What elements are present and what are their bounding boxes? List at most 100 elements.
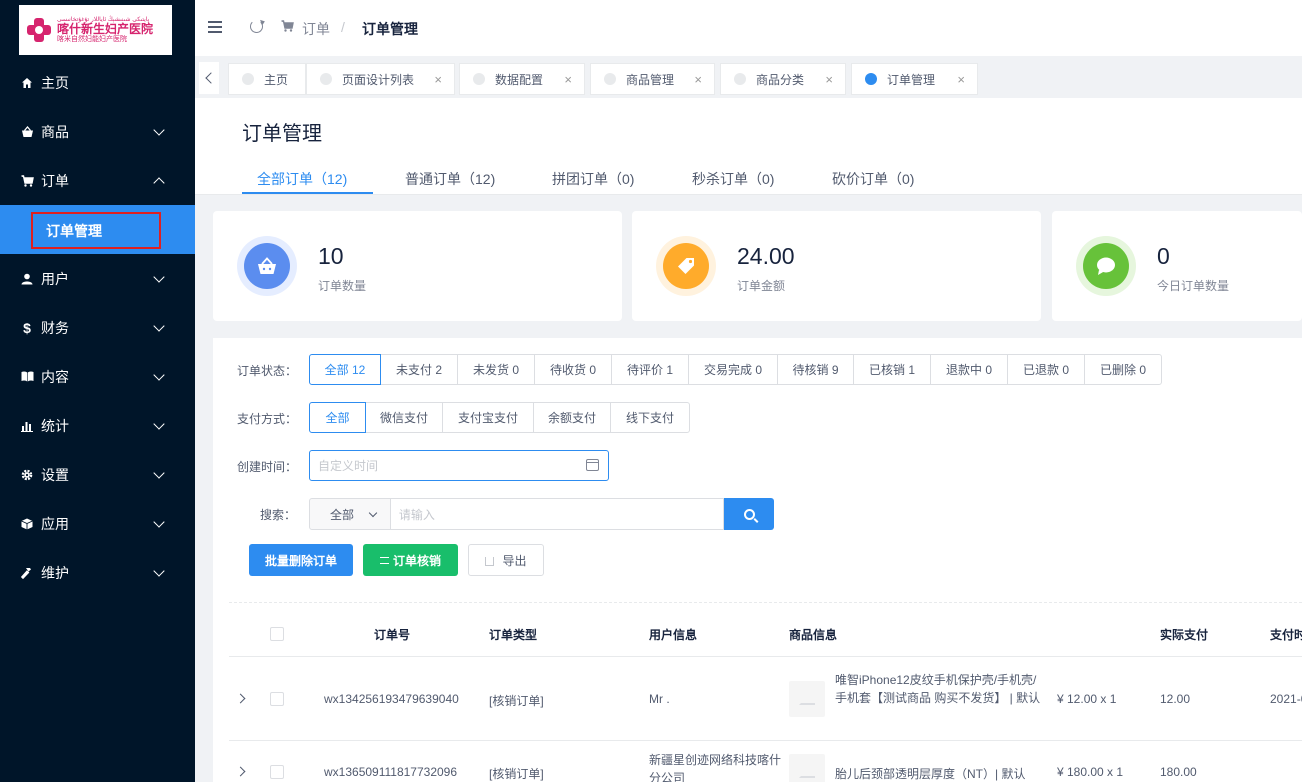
- pay-option-balance[interactable]: 余额支付: [533, 402, 611, 433]
- export-label: 导出: [502, 553, 527, 568]
- order-tab-bargain[interactable]: 砍价订单（0): [832, 169, 914, 189]
- sidebar-item-label: 订单: [41, 172, 69, 189]
- pay-option-all[interactable]: 全部: [309, 402, 366, 433]
- date-range-input[interactable]: 自定义时间: [309, 450, 609, 481]
- sidebar-menu: 主页 商品 订单 订单管理 用户 $ 财务 内容 统计 设置 应用 维护: [0, 58, 195, 597]
- export-button[interactable]: 导出: [468, 544, 544, 576]
- tab-label: 商品分类: [756, 72, 805, 87]
- row-checkbox[interactable]: [270, 765, 284, 779]
- sidebar-item-statistics[interactable]: 统计: [0, 401, 195, 450]
- pay-option-offline[interactable]: 线下支付: [610, 402, 690, 433]
- product-name: 唯智iPhone12皮纹手机保护壳/手机壳/手机套【测试商品 购买不发货】 | …: [835, 673, 1041, 705]
- search-button[interactable]: [724, 498, 774, 530]
- row-checkbox[interactable]: [270, 692, 284, 706]
- close-icon[interactable]: ×: [694, 72, 702, 87]
- status-option-unshipped[interactable]: 未发货 0: [457, 354, 535, 385]
- sidebar-item-orders[interactable]: 订单: [0, 156, 195, 205]
- tabs-scroll-left-button[interactable]: [199, 62, 219, 94]
- stat-value: 10: [318, 243, 344, 269]
- breadcrumb-orders[interactable]: 订单: [302, 19, 330, 39]
- tab-dot-icon: [320, 73, 332, 85]
- stat-label: 订单数量: [318, 279, 367, 293]
- product-name: 胎儿后颈部透明层厚度（NT）| 默认: [835, 767, 1026, 781]
- table-row[interactable]: wx136509111817732096 [核销订单] 新疆星创迹网络科技喀什分…: [229, 741, 1302, 782]
- chevron-down-icon: [153, 124, 165, 136]
- tab-goods-management[interactable]: 商品管理 ×: [590, 63, 715, 95]
- table-row[interactable]: wx134256193479639040 [核销订单] Mr . 唯智iPhon…: [229, 657, 1302, 741]
- status-option-completed[interactable]: 交易完成 0: [688, 354, 778, 385]
- tab-dot-icon: [242, 73, 254, 85]
- sidebar-item-home[interactable]: 主页: [0, 58, 195, 107]
- tab-page-design-list[interactable]: 页面设计列表 ×: [306, 63, 455, 95]
- user-info: 新疆星创迹网络科技喀什分公司: [649, 753, 782, 782]
- expand-row-icon[interactable]: [235, 766, 246, 777]
- sidebar-subitem-order-management[interactable]: 订单管理: [0, 205, 195, 254]
- logo[interactable]: پايتىكى شىنىشېڭ ئاياللار تۇغۇتخانىسى 喀什新…: [19, 5, 172, 55]
- menu-toggle-icon[interactable]: [208, 21, 222, 33]
- search-input[interactable]: 请输入: [390, 498, 725, 530]
- order-no: wx136509111817732096: [324, 765, 458, 779]
- hammer-icon: [20, 566, 34, 580]
- refresh-icon[interactable]: [250, 20, 263, 33]
- dollar-icon: $: [23, 319, 31, 336]
- status-option-to-review[interactable]: 待评价 1: [611, 354, 689, 385]
- close-icon[interactable]: ×: [434, 72, 442, 87]
- sidebar-item-users[interactable]: 用户: [0, 254, 195, 303]
- batch-delete-button[interactable]: 批量删除订单: [249, 544, 353, 576]
- order-tab-all[interactable]: 全部订单（12): [257, 169, 347, 189]
- sidebar-item-content[interactable]: 内容: [0, 352, 195, 401]
- expand-row-icon[interactable]: [235, 693, 246, 704]
- home-icon: [20, 76, 34, 90]
- close-icon[interactable]: ×: [957, 72, 965, 87]
- search-scope-value: 全部: [330, 507, 355, 522]
- order-tab-group[interactable]: 拼团订单（0): [552, 169, 634, 189]
- pay-method-label: 支付方式：: [237, 412, 298, 426]
- active-tab-indicator: [242, 192, 373, 194]
- order-status-group: 全部 12 未支付 2 未发货 0 待收货 0 待评价 1 交易完成 0 待核销…: [309, 354, 1162, 385]
- status-option-to-verify[interactable]: 待核销 9: [777, 354, 854, 385]
- tab-label: 订单管理: [887, 72, 936, 87]
- upload-icon: [485, 556, 495, 566]
- status-option-verified[interactable]: 已核销 1: [853, 354, 931, 385]
- tab-order-management[interactable]: 订单管理 ×: [851, 63, 978, 95]
- chevron-down-icon: [153, 369, 165, 381]
- status-option-refunded[interactable]: 已退款 0: [1007, 354, 1085, 385]
- status-option-all[interactable]: 全部 12: [309, 354, 381, 385]
- order-type: [核销订单]: [489, 767, 544, 781]
- col-pay-time: 支付时: [1270, 628, 1302, 642]
- chevron-down-icon: [153, 565, 165, 577]
- verify-icon: [379, 556, 389, 564]
- sidebar-item-settings[interactable]: 设置: [0, 450, 195, 499]
- status-option-deleted[interactable]: 已删除 0: [1084, 354, 1162, 385]
- sidebar-item-label: 设置: [41, 466, 69, 483]
- date-placeholder: 自定义时间: [318, 459, 379, 473]
- close-icon[interactable]: ×: [825, 72, 833, 87]
- sidebar-item-label: 维护: [41, 564, 69, 581]
- order-tab-flash[interactable]: 秒杀订单（0): [692, 169, 774, 189]
- tab-goods-category[interactable]: 商品分类 ×: [720, 63, 846, 95]
- sidebar-item-finance[interactable]: $ 财务: [0, 303, 195, 352]
- bar-chart-icon: [20, 419, 34, 433]
- stat-icon-ring: [656, 236, 716, 296]
- calendar-icon[interactable]: [586, 459, 599, 471]
- sidebar-item-goods[interactable]: 商品: [0, 107, 195, 156]
- close-icon[interactable]: ×: [564, 72, 572, 87]
- status-option-refunding[interactable]: 退款中 0: [930, 354, 1008, 385]
- chevron-down-icon: [153, 516, 165, 528]
- status-option-unpaid[interactable]: 未支付 2: [380, 354, 458, 385]
- search-label: 搜索：: [260, 508, 297, 522]
- status-option-to-receive[interactable]: 待收货 0: [534, 354, 612, 385]
- verify-order-button[interactable]: 订单核销: [363, 544, 458, 576]
- pay-option-wechat[interactable]: 微信支付: [365, 402, 443, 433]
- pay-option-alipay[interactable]: 支付宝支付: [442, 402, 534, 433]
- table-header: 订单号 订单类型 用户信息 商品信息 实际支付 支付时: [229, 611, 1302, 657]
- tab-data-config[interactable]: 数据配置 ×: [459, 63, 585, 95]
- search-scope-select[interactable]: 全部: [309, 498, 391, 530]
- breadcrumb-separator: /: [341, 19, 345, 35]
- sidebar-item-apps[interactable]: 应用: [0, 499, 195, 548]
- order-tab-normal[interactable]: 普通订单（12): [405, 169, 495, 189]
- select-all-checkbox[interactable]: [270, 627, 284, 641]
- stat-card-order-count: 10 订单数量: [213, 211, 622, 321]
- tab-home[interactable]: 主页: [228, 63, 306, 95]
- sidebar-item-maintenance[interactable]: 维护: [0, 548, 195, 597]
